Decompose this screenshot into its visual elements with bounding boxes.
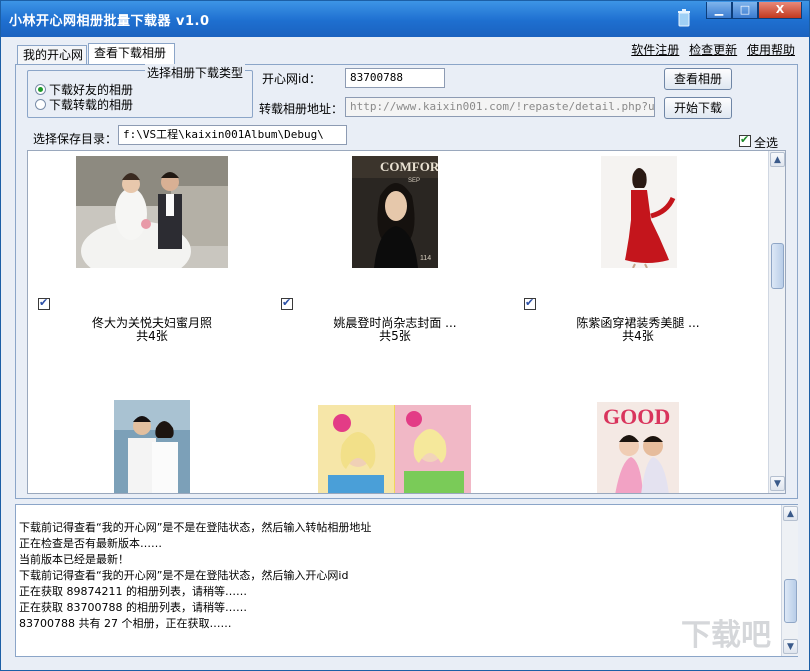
magazine-brand-text: GOOD bbox=[603, 404, 670, 429]
magazine-month-text: SEP bbox=[408, 178, 420, 184]
skin-icon[interactable] bbox=[677, 9, 691, 27]
scroll-thumb[interactable] bbox=[771, 243, 784, 289]
minimize-button[interactable]: ▁ bbox=[706, 2, 732, 19]
start-download-button[interactable]: 开始下载 bbox=[664, 97, 732, 119]
watermark-logo: 下载吧 bbox=[681, 618, 771, 653]
album-count: 共4张 bbox=[136, 329, 168, 343]
help-link[interactable]: 使用帮助 bbox=[747, 43, 795, 57]
save-dir-label: 选择保存目录： bbox=[33, 132, 118, 146]
album-thumbnail-wedding[interactable] bbox=[76, 156, 228, 268]
album-caption: 佟大为关悦夫妇蜜月照 共4张 bbox=[62, 317, 242, 343]
kaixin-id-input[interactable]: 83700788 bbox=[345, 68, 445, 88]
top-links: 软件注册 检查更新 使用帮助 bbox=[625, 41, 795, 58]
save-dir-input[interactable]: f:\VS工程\kaixin001Album\Debug\ bbox=[118, 125, 347, 145]
log-line: 正在检查是否有最新版本…… bbox=[19, 537, 162, 550]
album-count: 共4张 bbox=[622, 329, 654, 343]
magazine-brand-text: COMFORT bbox=[380, 159, 438, 174]
log-line: 下载前记得查看“我的开心网”是不是在登陆状态，然后输入开心网id bbox=[19, 569, 349, 582]
view-albums-button[interactable]: 查看相册 bbox=[664, 68, 732, 90]
kaixin-id-label: 开心网id： bbox=[262, 72, 321, 86]
album-thumbnail-magazine[interactable]: COMFORT SEP 114 bbox=[352, 156, 438, 268]
app-window: 小林开心网相册批量下载器 v1.0 ▁ □ X 我的开心网 查看下载相册 软件注… bbox=[0, 0, 810, 671]
radio-label: 下载转载的相册 bbox=[49, 98, 134, 112]
album-thumbnail-good-magazine[interactable]: GOOD bbox=[597, 402, 679, 494]
title-bar[interactable]: 小林开心网相册批量下载器 v1.0 ▁ □ X bbox=[1, 1, 809, 37]
magazine-page-text: 114 bbox=[420, 255, 431, 262]
log-line: 下载前记得查看“我的开心网”是不是在登陆状态，然后输入转帖相册地址 bbox=[19, 521, 372, 534]
repost-url-input[interactable]: http://www.kaixin001.com/!repaste/detail… bbox=[345, 97, 655, 117]
album-checkbox[interactable] bbox=[38, 296, 50, 310]
repost-url-label: 转载相册地址： bbox=[259, 102, 344, 116]
album-checkbox[interactable] bbox=[524, 296, 536, 310]
check-update-link[interactable]: 检查更新 bbox=[689, 43, 737, 57]
album-caption: 姚晨登时尚杂志封面 ... 共5张 bbox=[305, 317, 485, 343]
scroll-up-icon[interactable]: ▲ bbox=[783, 506, 798, 521]
album-gallery: 佟大为关悦夫妇蜜月照 共4张 COMFORT SEP 114 姚晨登时尚杂志封面… bbox=[27, 150, 786, 494]
scroll-up-icon[interactable]: ▲ bbox=[770, 152, 785, 167]
select-all-checkbox[interactable] bbox=[739, 133, 751, 147]
album-caption: 陈紫函穿裙装秀美腿 ... 共4张 bbox=[548, 317, 728, 343]
album-thumbnail-couple[interactable] bbox=[114, 400, 190, 494]
album-thumbnail-red-dress[interactable] bbox=[601, 156, 677, 268]
scroll-down-icon[interactable]: ▼ bbox=[770, 476, 785, 491]
radio-dot[interactable] bbox=[35, 99, 46, 110]
download-type-title: 选择相册下载类型 bbox=[145, 64, 246, 81]
window-title: 小林开心网相册批量下载器 v1.0 bbox=[9, 14, 210, 29]
select-all-label: 全选 bbox=[754, 136, 779, 150]
album-checkbox[interactable] bbox=[281, 296, 293, 310]
register-link[interactable]: 软件注册 bbox=[631, 43, 679, 57]
log-line: 正在获取 89874211 的相册列表，请稍等…… bbox=[19, 585, 247, 598]
tab-view-download[interactable]: 查看下载相册 bbox=[88, 43, 175, 65]
album-count: 共5张 bbox=[379, 329, 411, 343]
tab-my-kaixin[interactable]: 我的开心网 bbox=[17, 45, 87, 64]
radio-reposted-albums[interactable]: 下载转载的相册 bbox=[35, 96, 133, 113]
close-button[interactable]: X bbox=[758, 2, 802, 19]
radio-dot[interactable] bbox=[35, 84, 46, 95]
album-thumbnail-magazines[interactable] bbox=[318, 405, 471, 494]
watermark-text: 下载吧 bbox=[681, 618, 771, 653]
log-line: 当前版本已经是最新！ bbox=[19, 553, 129, 566]
gallery-scrollbar[interactable]: ▲ ▼ bbox=[768, 151, 785, 493]
maximize-button[interactable]: □ bbox=[732, 2, 758, 19]
